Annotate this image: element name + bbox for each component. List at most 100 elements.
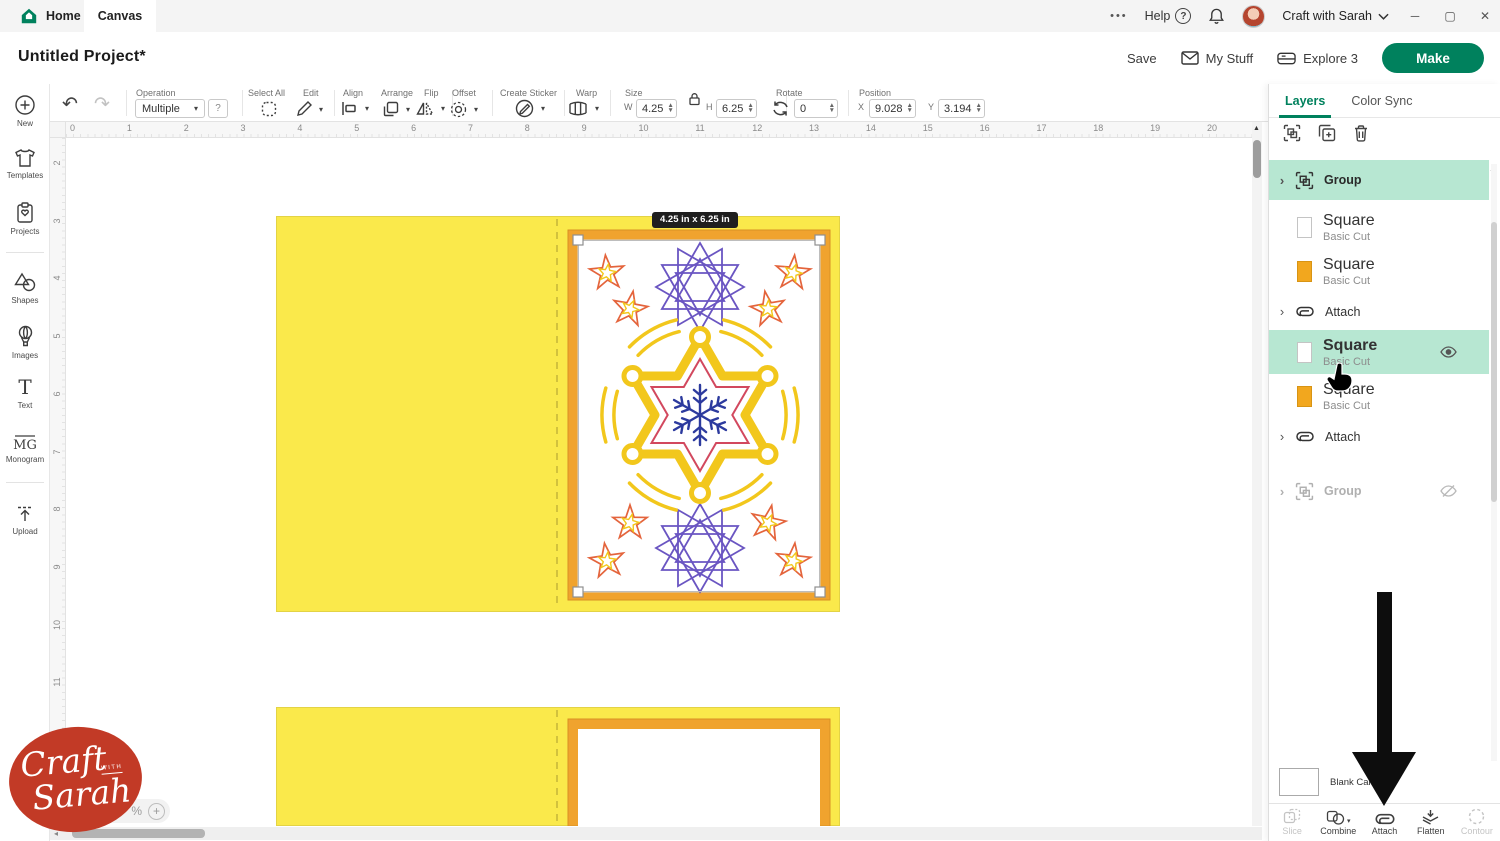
- notifications-bell-icon[interactable]: [1208, 7, 1225, 25]
- sidebar-item-upload[interactable]: Upload: [0, 504, 50, 536]
- sidebar-item-label: Monogram: [6, 455, 44, 464]
- rotate-icon[interactable]: [772, 100, 789, 117]
- create-sticker-icon[interactable]: ▾: [515, 99, 545, 118]
- flatten-icon: [1421, 809, 1440, 825]
- layer-row-layer[interactable]: SquareBasic Cut: [1269, 205, 1489, 249]
- close-button[interactable]: ✕: [1476, 9, 1494, 23]
- layer-row-layer[interactable]: SquareBasic Cut: [1269, 249, 1489, 293]
- zoom-in-icon[interactable]: +: [148, 803, 165, 820]
- layer-row-layer[interactable]: SquareBasic Cut: [1269, 374, 1489, 418]
- position-x-input[interactable]: 9.028▲▼: [869, 99, 916, 118]
- maximize-button[interactable]: ▢: [1441, 9, 1459, 23]
- tab-home[interactable]: Home: [8, 0, 93, 32]
- blank-canvas-swatch[interactable]: [1279, 768, 1319, 796]
- group-layers-icon[interactable]: [1283, 124, 1301, 142]
- sidebar-item-text[interactable]: TText: [0, 378, 50, 410]
- chevron-right-icon[interactable]: ›: [1269, 429, 1295, 444]
- size-w-input[interactable]: 4.25▲▼: [636, 99, 677, 118]
- attach-icon: [1374, 809, 1396, 825]
- vertical-scroll-thumb[interactable]: [1253, 140, 1261, 178]
- sidebar-item-shapes[interactable]: Shapes: [0, 272, 50, 305]
- paperclip-icon: [1295, 306, 1315, 317]
- chevron-right-icon[interactable]: ›: [1269, 304, 1295, 319]
- tab-layers[interactable]: Layers: [1285, 94, 1325, 108]
- make-button[interactable]: Make: [1382, 43, 1484, 73]
- size-lock-icon[interactable]: [688, 92, 701, 106]
- project-header: Untitled Project* Save My Stuff Explore …: [0, 32, 1500, 84]
- chevron-right-icon[interactable]: ›: [1269, 173, 1295, 188]
- sidebar-item-monogram[interactable]: MGMonogram: [0, 432, 50, 464]
- size-h-input[interactable]: 6.25▲▼: [716, 99, 757, 118]
- operation-select[interactable]: Multiple▾: [135, 99, 205, 118]
- layer-color-swatch[interactable]: [1297, 386, 1312, 407]
- tab-color-sync[interactable]: Color Sync: [1351, 94, 1412, 108]
- eye-off-icon[interactable]: [1440, 484, 1457, 498]
- offset-icon[interactable]: ▾: [450, 101, 478, 118]
- help-button[interactable]: Help ?: [1145, 8, 1192, 24]
- h-ruler-number: 15: [923, 123, 933, 133]
- more-options-icon[interactable]: •••: [1110, 10, 1128, 22]
- sidebar-item-projects[interactable]: Projects: [0, 202, 50, 236]
- eye-visible-icon[interactable]: [1440, 346, 1457, 358]
- h-ruler-number: 20: [1207, 123, 1217, 133]
- canvas-vertical-scrollbar[interactable]: ▲: [1252, 122, 1262, 826]
- account-menu[interactable]: Craft with Sarah: [1282, 9, 1389, 23]
- sidebar-item-new[interactable]: New: [0, 94, 50, 128]
- attach-button[interactable]: Attach: [1361, 804, 1407, 841]
- edit-pencil-icon[interactable]: ▾: [296, 101, 323, 117]
- arrange-label: Arrange: [381, 88, 413, 98]
- layer-row-group[interactable]: ›Group: [1269, 471, 1489, 511]
- shapes-icon: [14, 272, 37, 293]
- flip-icon[interactable]: ▾: [416, 101, 445, 116]
- rotate-input[interactable]: 0▲▼: [794, 99, 838, 118]
- position-y-input[interactable]: 3.194▲▼: [938, 99, 985, 118]
- card-design-bottom[interactable]: [276, 707, 840, 826]
- layer-row-attach[interactable]: ›Attach: [1269, 418, 1489, 455]
- tab-canvas[interactable]: Canvas: [84, 0, 156, 32]
- h-ruler-number: 10: [639, 123, 649, 133]
- layer-color-swatch[interactable]: [1297, 217, 1312, 238]
- flatten-button[interactable]: Flatten: [1408, 804, 1454, 841]
- slice-button: Slice: [1269, 804, 1315, 841]
- sidebar-item-label: Text: [18, 401, 33, 410]
- annotation-arrow-head: [1352, 752, 1416, 806]
- sidebar-item-label: Upload: [12, 527, 37, 536]
- layer-row-layer[interactable]: SquareBasic Cut: [1269, 330, 1489, 374]
- ruler-corner: [50, 122, 66, 138]
- my-stuff-button[interactable]: My Stuff: [1181, 51, 1253, 66]
- action-label: Flatten: [1417, 826, 1445, 836]
- panel-scrollbar[interactable]: [1491, 164, 1497, 764]
- h-ruler-number: 19: [1150, 123, 1160, 133]
- sidebar-item-label: Images: [12, 351, 38, 360]
- left-sidebar: New Templates Projects Shapes Images TText MGM…: [0, 84, 50, 841]
- sidebar-item-templates[interactable]: Templates: [0, 148, 50, 180]
- h-ruler-number: 0: [70, 123, 75, 133]
- operation-help-button[interactable]: ?: [208, 99, 228, 118]
- save-button[interactable]: Save: [1127, 51, 1157, 66]
- canvas-horizontal-scrollbar[interactable]: ◂: [50, 827, 1262, 840]
- combine-button[interactable]: ▾Combine: [1315, 804, 1361, 841]
- arrange-icon[interactable]: ▾: [383, 101, 410, 117]
- scroll-up-icon[interactable]: ▲: [1253, 125, 1260, 132]
- avatar[interactable]: [1242, 5, 1265, 28]
- warp-icon[interactable]: ▾: [568, 101, 599, 116]
- explore-machines-button[interactable]: Explore 3: [1277, 51, 1358, 66]
- layer-color-swatch[interactable]: [1297, 342, 1312, 363]
- card-design-top[interactable]: [276, 216, 840, 612]
- delete-layer-icon[interactable]: [1353, 124, 1369, 142]
- select-all-icon[interactable]: [261, 101, 277, 117]
- duplicate-layer-icon[interactable]: [1318, 124, 1336, 142]
- minimize-button[interactable]: ─: [1406, 9, 1424, 23]
- layer-row-attach[interactable]: ›Attach: [1269, 293, 1489, 330]
- layer-color-swatch[interactable]: [1297, 261, 1312, 282]
- undo-icon[interactable]: ↶: [62, 93, 78, 116]
- chevron-right-icon[interactable]: ›: [1269, 484, 1295, 499]
- edit-toolbar: ↶ ↷ Operation Multiple▾ ? Select All Edi…: [50, 84, 1268, 122]
- action-label: Slice: [1282, 826, 1302, 836]
- align-icon[interactable]: ▾: [341, 101, 369, 116]
- flip-label: Flip: [424, 88, 439, 98]
- sidebar-item-images[interactable]: Images: [0, 325, 50, 360]
- layer-row-group[interactable]: ›Group: [1269, 160, 1489, 200]
- horizontal-scroll-thumb[interactable]: [72, 829, 205, 838]
- h-ruler-number: 5: [354, 123, 359, 133]
